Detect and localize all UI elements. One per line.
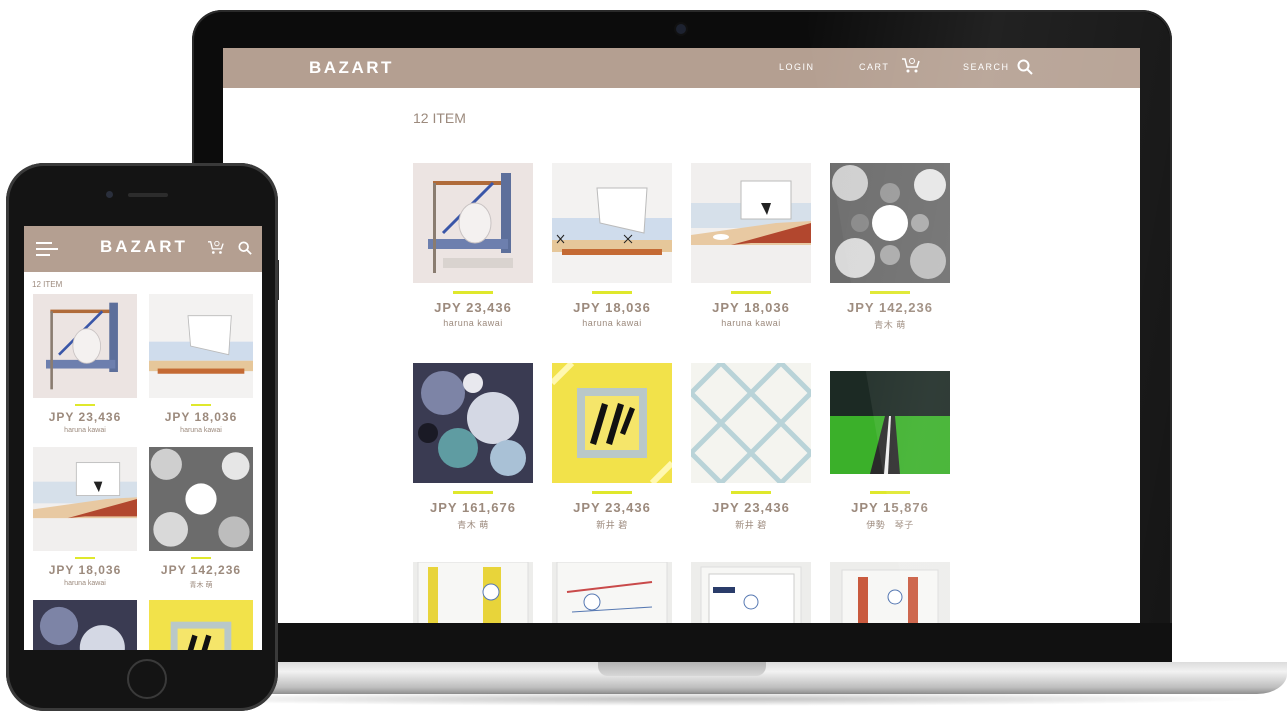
product-card[interactable]: [691, 562, 811, 623]
laptop-screen: BAZART LOGIN CART SEARCH 12 ITEM JPY 23,…: [223, 48, 1140, 623]
artwork-thumbnail[interactable]: [552, 562, 672, 623]
site-logo[interactable]: BAZART: [309, 58, 394, 78]
artwork-thumbnail[interactable]: [691, 562, 811, 623]
product-card[interactable]: JPY 23,436 haruna kawai: [32, 294, 138, 434]
accent-bar: [870, 491, 910, 494]
accent-bar: [75, 557, 95, 559]
artist-name[interactable]: haruna kawai: [552, 318, 672, 328]
product-card[interactable]: JPY 18,036 haruna kawai: [32, 447, 138, 587]
site-logo[interactable]: BAZART: [100, 237, 188, 257]
product-price: JPY 23,436: [434, 300, 512, 315]
artwork-thumbnail[interactable]: [552, 363, 672, 483]
item-count: 12 ITEM: [413, 110, 466, 126]
product-card[interactable]: JPY 161,676 青木 萌: [413, 363, 533, 531]
product-card[interactable]: JPY 23,436 新井 碧: [552, 363, 672, 531]
product-card[interactable]: JPY 18,036 haruna kawai: [691, 163, 811, 328]
laptop-shadow: [130, 692, 1270, 706]
product-card[interactable]: [552, 562, 672, 623]
artist-name[interactable]: 伊勢 琴子: [830, 518, 950, 531]
artwork-thumbnail[interactable]: [413, 562, 533, 623]
artwork-thumbnail[interactable]: [830, 163, 950, 283]
product-price: JPY 23,436: [573, 500, 651, 515]
artist-name[interactable]: 新井 碧: [552, 518, 672, 531]
accent-bar: [731, 491, 771, 494]
artist-name[interactable]: 新井 碧: [691, 518, 811, 531]
artwork-thumbnail[interactable]: [413, 363, 533, 483]
accent-bar: [75, 404, 95, 406]
artwork-thumbnail[interactable]: [148, 294, 254, 398]
hamburger-menu-icon[interactable]: [36, 242, 58, 261]
product-price: JPY 161,676: [430, 500, 516, 515]
laptop-bezel: [192, 623, 1172, 663]
artwork-thumbnail[interactable]: [413, 163, 533, 283]
artwork-thumbnail[interactable]: [32, 447, 138, 551]
product-card[interactable]: JPY 142,236 青木 萌: [830, 163, 950, 331]
artist-name[interactable]: 青木 萌: [148, 580, 254, 590]
product-card[interactable]: JPY 142,236 青木 萌: [148, 447, 254, 590]
phone-screen: BAZART 12 ITEM JPY 23,436 haruna kawai J…: [24, 226, 262, 650]
accent-bar: [731, 291, 771, 294]
artist-name[interactable]: haruna kawai: [691, 318, 811, 328]
product-price: JPY 15,876: [851, 500, 929, 515]
accent-bar: [870, 291, 910, 294]
product-price: JPY 142,236: [160, 563, 242, 577]
product-price: JPY 18,036: [164, 410, 238, 424]
cart-link[interactable]: CART: [859, 62, 889, 72]
artwork-thumbnail[interactable]: [32, 600, 138, 650]
search-link[interactable]: SEARCH: [963, 62, 1010, 72]
artist-name[interactable]: 青木 萌: [413, 518, 533, 531]
artwork-thumbnail[interactable]: [148, 600, 254, 650]
phone-camera: [106, 191, 113, 198]
artist-name[interactable]: haruna kawai: [413, 318, 533, 328]
artwork-thumbnail[interactable]: [148, 447, 254, 551]
product-card[interactable]: JPY 18,036 haruna kawai: [148, 294, 254, 434]
product-card[interactable]: [32, 600, 138, 650]
laptop-notch: [598, 662, 766, 676]
home-button[interactable]: [127, 659, 167, 699]
artwork-thumbnail[interactable]: [830, 562, 950, 623]
mobile-header: BAZART: [24, 226, 262, 272]
site-header: BAZART LOGIN CART SEARCH: [223, 48, 1140, 88]
product-card[interactable]: [830, 562, 950, 623]
login-link[interactable]: LOGIN: [779, 62, 815, 72]
item-count: 12 ITEM: [32, 280, 63, 289]
artwork-thumbnail[interactable]: [691, 163, 811, 283]
accent-bar: [453, 291, 493, 294]
product-card[interactable]: JPY 18,036 haruna kawai: [552, 163, 672, 328]
search-icon[interactable]: [238, 241, 252, 260]
artwork-thumbnail[interactable]: [32, 294, 138, 398]
laptop-camera: [676, 24, 686, 34]
product-price: JPY 23,436: [712, 500, 790, 515]
product-card[interactable]: JPY 15,876 伊勢 琴子: [830, 363, 950, 531]
accent-bar: [592, 291, 632, 294]
cart-icon[interactable]: [207, 240, 225, 261]
artwork-thumbnail[interactable]: [552, 163, 672, 283]
product-price: JPY 18,036: [712, 300, 790, 315]
artwork-thumbnail[interactable]: [691, 363, 811, 483]
phone-speaker: [128, 193, 168, 197]
product-card[interactable]: JPY 23,436 haruna kawai: [413, 163, 533, 328]
product-price: JPY 23,436: [48, 410, 122, 424]
accent-bar: [191, 557, 211, 559]
artwork-thumbnail[interactable]: [830, 363, 950, 483]
product-card[interactable]: [413, 562, 533, 623]
accent-bar: [453, 491, 493, 494]
accent-bar: [592, 491, 632, 494]
artist-name[interactable]: haruna kawai: [148, 427, 254, 434]
product-price: JPY 142,236: [847, 300, 933, 315]
artist-name[interactable]: 青木 萌: [830, 318, 950, 331]
product-price: JPY 18,036: [573, 300, 651, 315]
artist-name[interactable]: haruna kawai: [32, 580, 138, 587]
accent-bar: [191, 404, 211, 406]
product-card[interactable]: JPY 23,436 新井 碧: [691, 363, 811, 531]
search-icon[interactable]: [1017, 59, 1033, 80]
cart-icon[interactable]: [901, 57, 921, 80]
artist-name[interactable]: haruna kawai: [32, 427, 138, 434]
product-card[interactable]: [148, 600, 254, 650]
product-price: JPY 18,036: [48, 563, 122, 577]
